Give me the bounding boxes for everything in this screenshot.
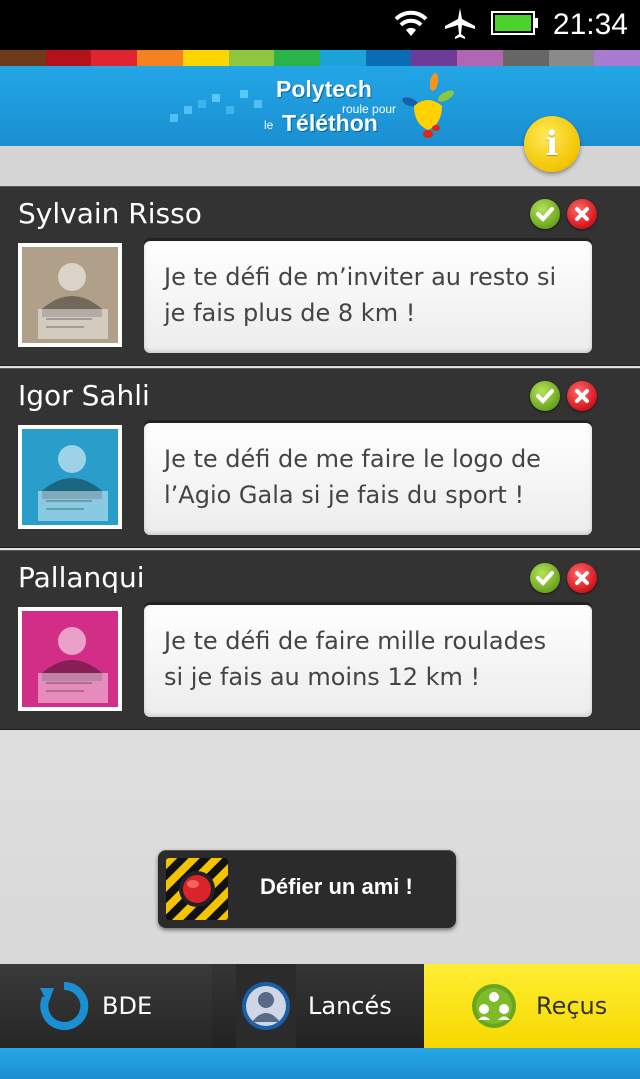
user-icon xyxy=(236,964,296,1048)
tab-recus-label: Reçus xyxy=(536,992,608,1020)
avatar-photo xyxy=(22,611,118,707)
group-icon xyxy=(470,982,518,1034)
challenge-message: Je te défi de m’inviter au resto si je f… xyxy=(144,241,592,353)
challenge-text: Je te défi de m’inviter au resto si je f… xyxy=(164,263,557,327)
bottom-accent-bar xyxy=(0,1048,640,1079)
avatar-photo xyxy=(22,247,118,343)
stripe-segment xyxy=(0,50,46,66)
check-icon xyxy=(536,389,554,404)
logo-line4: Téléthon xyxy=(282,110,378,136)
polytech-telethon-logo: Polytech roule pour le Téléthon xyxy=(262,72,462,142)
clock: 21:34 xyxy=(552,8,628,41)
info-button[interactable]: i xyxy=(524,116,580,172)
stripe-segment xyxy=(502,50,549,66)
wifi-icon xyxy=(393,8,429,42)
avatar-photo xyxy=(22,429,118,525)
challenge-card: Igor Sahli Je te défi de me faire le log… xyxy=(0,368,640,548)
stripe-segment xyxy=(548,50,595,66)
stripe-segment xyxy=(182,50,229,66)
avatar[interactable] xyxy=(18,243,122,347)
accept-button[interactable] xyxy=(530,199,560,229)
stripe-segment xyxy=(320,50,366,66)
stripe-segment xyxy=(594,50,640,66)
tab-lances-label: Lancés xyxy=(308,992,392,1020)
reject-button[interactable] xyxy=(567,199,597,229)
challenge-text: Je te défi de faire mille roulades si je… xyxy=(164,627,547,691)
tab-bar: BDE Lancés Reçus xyxy=(0,964,640,1048)
challenge-card: Pallanqui Je te défi de faire mille roul… xyxy=(0,550,640,730)
check-icon xyxy=(536,571,554,586)
stripe-segment xyxy=(365,50,412,66)
accept-button[interactable] xyxy=(530,563,560,593)
avatar[interactable] xyxy=(18,607,122,711)
stripe-segment xyxy=(91,50,138,66)
challenge-friend-label: Défier un ami ! xyxy=(260,874,413,899)
stripe-segment xyxy=(457,50,503,66)
info-icon: i xyxy=(545,124,559,164)
color-stripe xyxy=(0,50,640,66)
challenge-message: Je te défi de me faire le logo de l’Agio… xyxy=(144,423,592,535)
challenger-name: Sylvain Risso xyxy=(18,197,202,230)
telethon-flower-icon xyxy=(402,73,455,138)
close-icon xyxy=(575,207,589,221)
stripe-segment xyxy=(228,50,275,66)
battery-icon xyxy=(490,10,539,40)
stripe-segment xyxy=(411,50,458,66)
tab-lances[interactable]: Lancés xyxy=(212,964,424,1048)
tab-bde-label: BDE xyxy=(102,992,153,1020)
challenger-name: Pallanqui xyxy=(18,561,145,594)
hazard-button-icon xyxy=(166,858,228,920)
challenge-friend-button[interactable]: Défier un ami ! xyxy=(158,850,456,928)
challenge-message: Je te défi de faire mille roulades si je… xyxy=(144,605,592,717)
stripe-segment xyxy=(274,50,321,66)
reject-button[interactable] xyxy=(567,563,597,593)
reject-button[interactable] xyxy=(567,381,597,411)
close-icon xyxy=(575,571,589,585)
challenge-card: Sylvain Risso Je te défi de m’inviter au… xyxy=(0,186,640,366)
refresh-icon xyxy=(38,980,90,1036)
stripe-segment xyxy=(45,50,92,66)
airplane-icon xyxy=(443,6,477,44)
challenge-text: Je te défi de me faire le logo de l’Agio… xyxy=(164,445,541,509)
logo-line1: Polytech xyxy=(276,76,372,102)
avatar[interactable] xyxy=(18,425,122,529)
check-icon xyxy=(536,207,554,222)
tab-bde[interactable]: BDE xyxy=(0,964,212,1048)
status-bar: 21:34 xyxy=(0,0,640,50)
accept-button[interactable] xyxy=(530,381,560,411)
logo-line3: le xyxy=(264,118,274,132)
close-icon xyxy=(575,389,589,403)
tab-recus[interactable]: Reçus xyxy=(424,964,640,1048)
challenger-name: Igor Sahli xyxy=(18,379,150,412)
stripe-segment xyxy=(137,50,183,66)
